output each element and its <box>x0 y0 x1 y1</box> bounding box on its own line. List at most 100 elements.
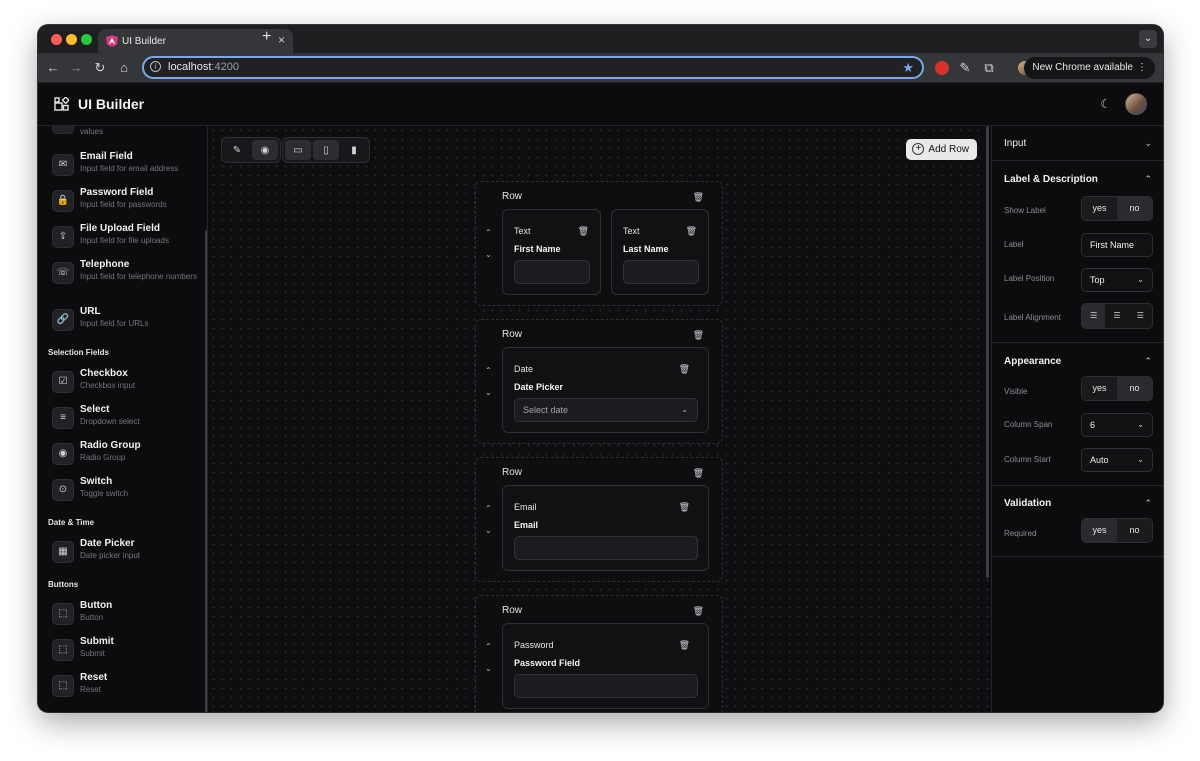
align-center-icon[interactable]: ☰ <box>1105 304 1129 328</box>
field-card[interactable]: Email 🗑 Email <box>502 485 709 571</box>
yes-option[interactable]: yes <box>1082 197 1117 220</box>
button-cursor-icon: ⬚ <box>52 639 74 661</box>
extensions-puzzle-icon[interactable]: ⧉ <box>980 59 998 77</box>
field-input-preview[interactable] <box>514 536 698 560</box>
chrome-menu-icon[interactable]: ⋮ <box>1137 57 1147 79</box>
no-option[interactable]: no <box>1117 377 1152 400</box>
chevron-up-icon[interactable]: ⌃ <box>1144 174 1152 185</box>
preview-eye-icon[interactable]: ◉ <box>252 140 278 160</box>
palette-item-password-field[interactable]: 🔒 Password Field Input field for passwor… <box>52 187 202 219</box>
field-card[interactable]: Text 🗑 First Name <box>502 209 601 295</box>
form-row[interactable]: Row 🗑 ⌃ ⌄ Date 🗑 Date Picker Select date … <box>475 319 723 444</box>
extension-icon[interactable] <box>935 61 949 75</box>
delete-row-trash-icon[interactable]: 🗑 <box>693 330 704 341</box>
delete-row-trash-icon[interactable]: 🗑 <box>693 192 704 203</box>
edit-pencil-icon[interactable]: ✎ <box>224 140 250 160</box>
palette-item-file-upload-field[interactable]: ⇪ File Upload Field Input field for file… <box>52 223 202 255</box>
chevron-down-icon[interactable]: ⌄ <box>1144 138 1152 149</box>
column-start-select[interactable]: Auto ⌄ <box>1081 448 1153 472</box>
delete-field-trash-icon[interactable]: 🗑 <box>679 502 690 513</box>
palette-item-select[interactable]: ≡ Select Dropdown select <box>52 404 202 436</box>
palette-item-url[interactable]: 🔗 URL Input field for URLs <box>52 306 202 338</box>
palette-item-name: Select <box>80 404 110 415</box>
move-down-chevron-icon[interactable]: ⌄ <box>485 250 492 259</box>
theme-toggle-moon-icon[interactable]: ☾ <box>1100 97 1111 111</box>
palette-item-radio-group[interactable]: ◉ Radio Group Radio Group <box>52 440 202 472</box>
canvas-scrollbar[interactable] <box>986 126 989 578</box>
form-row[interactable]: Row 🗑 ⌃ ⌄ Password 🗑 Password Field <box>475 595 723 712</box>
desktop-icon[interactable]: ▭ <box>285 140 311 160</box>
delete-field-trash-icon[interactable]: 🗑 <box>679 640 690 651</box>
delete-field-trash-icon[interactable]: 🗑 <box>679 364 690 375</box>
delete-field-trash-icon[interactable]: 🗑 <box>686 226 697 237</box>
no-option[interactable]: no <box>1117 519 1152 542</box>
field-card[interactable]: Text 🗑 Last Name <box>611 209 709 295</box>
palette-item-submit[interactable]: ⬚ Submit Submit <box>52 636 202 668</box>
chevron-up-icon[interactable]: ⌃ <box>1144 498 1152 509</box>
date-picker-preview[interactable]: Select date ⌄ <box>514 398 698 422</box>
new-chrome-available-button[interactable]: New Chrome available ⋮ <box>1024 57 1155 79</box>
palette-item-checkbox[interactable]: ☑ Checkbox Checkbox input <box>52 368 202 400</box>
new-tab-button[interactable]: + <box>262 28 271 46</box>
palette-item-switch[interactable]: ⊙ Switch Toggle switch <box>52 476 202 508</box>
sidebar-scrollbar[interactable] <box>205 230 207 712</box>
move-up-chevron-icon[interactable]: ⌃ <box>485 642 492 651</box>
align-left-icon[interactable]: ☰ <box>1082 304 1106 328</box>
label-input[interactable]: First Name <box>1081 233 1153 257</box>
field-input-preview[interactable] <box>623 260 699 284</box>
form-row[interactable]: Row 🗑 ⌃ ⌄ Text 🗑 First Name Text 🗑 Last N… <box>475 181 723 306</box>
tablet-icon[interactable]: ▯ <box>313 140 339 160</box>
maximize-window-button[interactable] <box>81 34 92 45</box>
tab-search-button[interactable]: ⌄ <box>1139 30 1157 48</box>
palette-item-name: Switch <box>80 476 113 487</box>
label-position-select[interactable]: Top ⌄ <box>1081 268 1153 292</box>
move-down-chevron-icon[interactable]: ⌄ <box>485 664 492 673</box>
user-avatar[interactable] <box>1125 93 1147 115</box>
back-icon[interactable]: ← <box>44 59 62 77</box>
home-icon[interactable]: ⌂ <box>115 59 133 77</box>
palette-item-name: Reset <box>80 672 108 683</box>
mobile-icon[interactable]: ▮ <box>341 140 367 160</box>
required-label: Required <box>1004 529 1037 538</box>
move-up-chevron-icon[interactable]: ⌃ <box>485 366 492 375</box>
reload-icon[interactable]: ↻ <box>91 59 109 77</box>
close-window-button[interactable] <box>51 34 62 45</box>
input-section[interactable]: Input ⌄ <box>992 126 1163 161</box>
palette-item-desc: Input field for file uploads <box>80 236 169 245</box>
palette-item-email-field[interactable]: ✉ Email Field Input field for email addr… <box>52 151 202 183</box>
yes-option[interactable]: yes <box>1082 519 1117 542</box>
delete-row-trash-icon[interactable]: 🗑 <box>693 468 704 479</box>
bookmark-star-icon[interactable]: ★ <box>902 58 914 77</box>
palette-item-date-picker[interactable]: ▦ Date Picker Date picker input <box>52 538 202 570</box>
add-row-label: Add Row <box>928 144 969 155</box>
label-position-value: Top <box>1090 275 1105 285</box>
field-input-preview[interactable] <box>514 674 698 698</box>
no-option[interactable]: no <box>1117 197 1152 220</box>
form-row[interactable]: Row 🗑 ⌃ ⌄ Email 🗑 Email <box>475 457 723 582</box>
column-span-select[interactable]: 6 ⌄ <box>1081 413 1153 437</box>
move-down-chevron-icon[interactable]: ⌄ <box>485 388 492 397</box>
field-card[interactable]: Date 🗑 Date Picker Select date ⌄ <box>502 347 709 433</box>
field-input-preview[interactable] <box>514 260 590 284</box>
label-description-section: Label & Description ⌃ Show Label yes no … <box>992 161 1163 343</box>
address-bar[interactable]: i localhost:4200 ★ <box>142 56 924 79</box>
delete-row-trash-icon[interactable]: 🗑 <box>693 606 704 617</box>
minimize-window-button[interactable] <box>66 34 77 45</box>
add-row-button[interactable]: + Add Row <box>906 139 977 160</box>
palette-item-reset[interactable]: ⬚ Reset Reset <box>52 672 202 704</box>
palette-item-telephone[interactable]: ☏ Telephone Input field for telephone nu… <box>52 259 202 291</box>
palette-item-button[interactable]: ⬚ Button Button <box>52 600 202 632</box>
move-up-chevron-icon[interactable]: ⌃ <box>485 228 492 237</box>
forward-icon[interactable]: → <box>67 59 85 77</box>
yes-option[interactable]: yes <box>1082 377 1117 400</box>
chevron-up-icon[interactable]: ⌃ <box>1144 356 1152 367</box>
label-position-label: Label Position <box>1004 274 1055 283</box>
align-right-icon[interactable]: ☰ <box>1128 304 1152 328</box>
move-up-chevron-icon[interactable]: ⌃ <box>485 504 492 513</box>
delete-field-trash-icon[interactable]: 🗑 <box>578 226 589 237</box>
move-down-chevron-icon[interactable]: ⌄ <box>485 526 492 535</box>
eyedropper-extension-icon[interactable]: ✎ <box>956 59 974 77</box>
field-card[interactable]: Password 🗑 Password Field <box>502 623 709 709</box>
site-info-icon[interactable]: i <box>150 61 161 72</box>
close-tab-icon[interactable]: × <box>278 33 285 47</box>
